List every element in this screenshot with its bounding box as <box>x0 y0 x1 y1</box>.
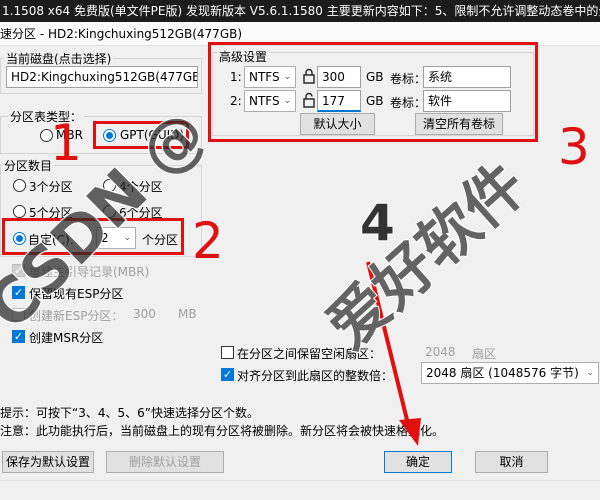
watermark-site: 爱好软件 <box>313 149 540 364</box>
esp-size-unit: MB <box>178 307 197 321</box>
align-sectors-select[interactable]: 2048 扇区 (1048576 字节) ⌄ <box>421 362 599 384</box>
radio-3-partitions[interactable] <box>13 179 26 192</box>
keep-free-sectors-checkbox[interactable] <box>221 346 234 359</box>
partition-count-label: 分区数目 <box>2 157 55 174</box>
disk-group-label: 当前磁盘(点击选择) <box>4 50 114 67</box>
cancel-button[interactable]: 取消 <box>475 451 548 473</box>
disk-select[interactable]: HD2:Kingchuxing512GB(477GB) <box>6 66 198 88</box>
warning-text: 注意：此功能执行后，当前磁盘上的现有分区将被删除。新分区将会被快速格式化。 <box>0 424 445 438</box>
keep-free-sectors-value: 2048 <box>425 345 456 359</box>
esp-size-value: 300 <box>133 307 156 321</box>
align-partitions-label: 对齐分区到此扇区的整数倍： <box>237 369 394 383</box>
chevron-down-icon: ⌄ <box>586 368 594 378</box>
annotation-number-2: 2 <box>192 212 224 270</box>
ok-button[interactable]: 确定 <box>384 451 452 473</box>
window-title-bar: 1.1508 x64 免费版(单文件PE版) 发现新版本 V5.6.1.1580… <box>0 0 600 22</box>
keep-free-sectors-unit: 扇区 <box>472 347 497 361</box>
annotation-number-3: 3 <box>558 118 590 176</box>
tip-text: 提示：可按下“3、4、5、6”快速选择分区个数。 <box>0 406 259 420</box>
save-default-button[interactable]: 保存为默认设置 <box>2 451 94 473</box>
delete-default-button: 删除默认设置 <box>106 451 224 473</box>
align-partitions-checkbox[interactable]: ✓ <box>221 368 234 381</box>
radio-5-partitions[interactable] <box>13 205 26 218</box>
annotation-box-3 <box>208 42 538 142</box>
status-strip <box>0 480 600 500</box>
label-3-partitions: 3个分区 <box>29 180 73 194</box>
annotation-number-1: 1 <box>50 114 82 172</box>
create-msr-label: 创建MSR分区 <box>29 331 104 345</box>
align-sectors-value: 2048 扇区 (1048576 字节) <box>426 366 579 380</box>
